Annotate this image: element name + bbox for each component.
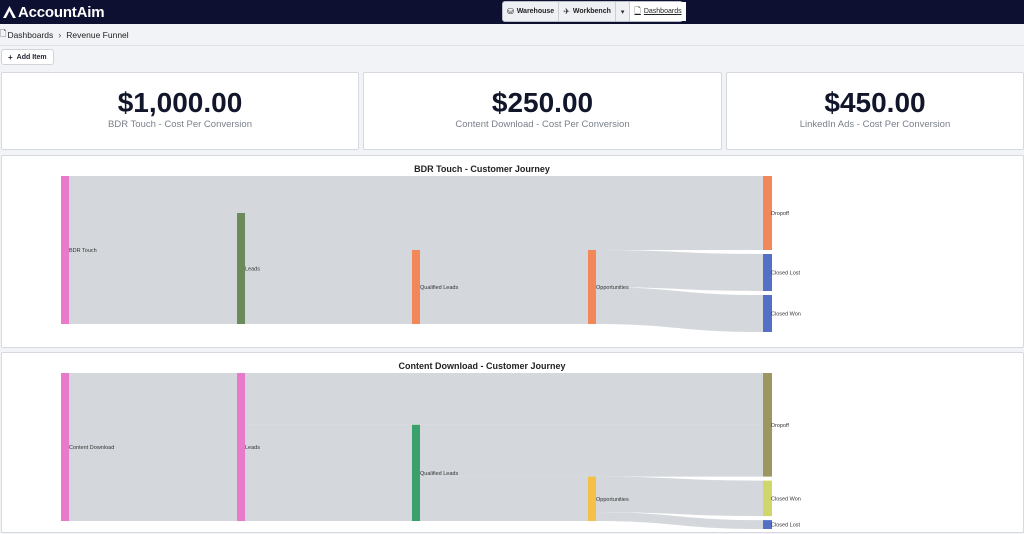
main-nav: ⛁ Warehouse ✈ Workbench ▾ 🗋 Dashboards (502, 1, 686, 22)
logo-icon (3, 6, 16, 18)
divider (0, 45, 1024, 46)
top-navbar: AccountAim ⛁ Warehouse ✈ Workbench ▾ 🗋 D… (0, 0, 1024, 24)
sankey-node[interactable] (588, 476, 596, 521)
nav-warehouse[interactable]: ⛁ Warehouse (503, 2, 560, 21)
document-icon: 🗋 (0, 29, 7, 38)
add-item-button[interactable]: + Add Item (1, 49, 54, 65)
sankey-node-label: Leads (245, 267, 260, 273)
sankey-node-label: Closed Won (771, 312, 801, 318)
kpi-label: LinkedIn Ads - Cost Per Conversion (799, 119, 951, 130)
kpi-value: $1,000.00 (117, 87, 243, 118)
sankey-link[interactable] (417, 424, 763, 477)
sankey-node-label: Content Download (69, 445, 114, 451)
plus-icon: + (8, 52, 13, 62)
sankey-panel-content: Content Download - Customer Journey Cont… (1, 352, 1024, 533)
app-name: AccountAim (18, 3, 105, 21)
sankey-link[interactable] (66, 213, 237, 324)
kpi-card-content: $250.00 Content Download - Cost Per Conv… (363, 72, 722, 150)
sankey-node[interactable] (412, 250, 420, 324)
sankey-node[interactable] (237, 213, 245, 324)
sankey-node[interactable] (412, 424, 420, 521)
kpi-card-bdr: $1,000.00 BDR Touch - Cost Per Conversio… (1, 72, 359, 150)
sankey-node-label: Opportunities (596, 285, 629, 291)
sankey-node-label: Closed Lost (771, 523, 801, 529)
sankey-node[interactable] (588, 250, 596, 324)
kpi-label: BDR Touch - Cost Per Conversion (108, 119, 252, 130)
sankey-node-label: Leads (245, 445, 260, 451)
nav-dropdown-button[interactable]: ▾ (616, 2, 631, 21)
sankey-link[interactable] (242, 213, 763, 250)
nav-warehouse-label: Warehouse (516, 8, 555, 15)
sankey-node-label: Dropoff (771, 211, 789, 217)
telescope-icon: ✈ (563, 7, 570, 16)
database-icon: ⛁ (507, 7, 514, 16)
sankey-node-label: Qualified Leads (420, 471, 458, 477)
sankey-node[interactable] (61, 176, 69, 324)
sankey-node-label: Qualified Leads (420, 285, 458, 291)
kpi-value: $250.00 (491, 87, 594, 118)
breadcrumb: 🗋 Dashboards › Revenue Funnel (0, 28, 129, 42)
sankey-node-label: Closed Lost (771, 271, 801, 277)
sankey-node[interactable] (61, 373, 69, 521)
kpi-card-linkedin: $450.00 LinkedIn Ads - Cost Per Conversi… (726, 72, 1024, 150)
sankey-node-label: Opportunities (596, 497, 629, 503)
sankey-node-label: Closed Won (771, 496, 801, 502)
nav-dashboards-label: Dashboards (643, 8, 682, 15)
sankey-link[interactable] (242, 424, 412, 521)
breadcrumb-current: Revenue Funnel (66, 30, 129, 40)
sankey-panel-bdr: BDR Touch - Customer Journey BDR Touch Le… (1, 155, 1024, 348)
sankey-chart: Content Download Leads Qualified Leads Oppo… (61, 373, 801, 529)
sankey-node-label: BDR Touch (69, 248, 97, 254)
sankey-link[interactable] (417, 476, 588, 521)
chevron-right-icon: › (58, 30, 62, 40)
kpi-value: $450.00 (824, 87, 926, 118)
nav-dashboards[interactable]: 🗋 Dashboards (630, 2, 686, 21)
sankey-node[interactable] (237, 373, 245, 521)
app-logo[interactable]: AccountAim (3, 3, 105, 21)
sankey-link[interactable] (66, 176, 763, 213)
sankey-link[interactable] (242, 373, 763, 425)
breadcrumb-root[interactable]: Dashboards (7, 30, 53, 40)
sankey-link[interactable] (593, 287, 763, 332)
sankey-node-label: Dropoff (771, 423, 789, 429)
add-item-label: Add Item (16, 53, 47, 61)
nav-workbench[interactable]: ✈ Workbench (559, 2, 616, 21)
sankey-link[interactable] (242, 250, 412, 324)
chevron-down-icon: ▾ (620, 8, 625, 16)
document-icon: 🗋 (634, 5, 641, 15)
kpi-label: Content Download - Cost Per Conversion (455, 119, 630, 130)
nav-workbench-label: Workbench (572, 8, 611, 15)
sankey-chart: BDR Touch Leads Qualified Leads Opportuniti… (61, 176, 801, 332)
